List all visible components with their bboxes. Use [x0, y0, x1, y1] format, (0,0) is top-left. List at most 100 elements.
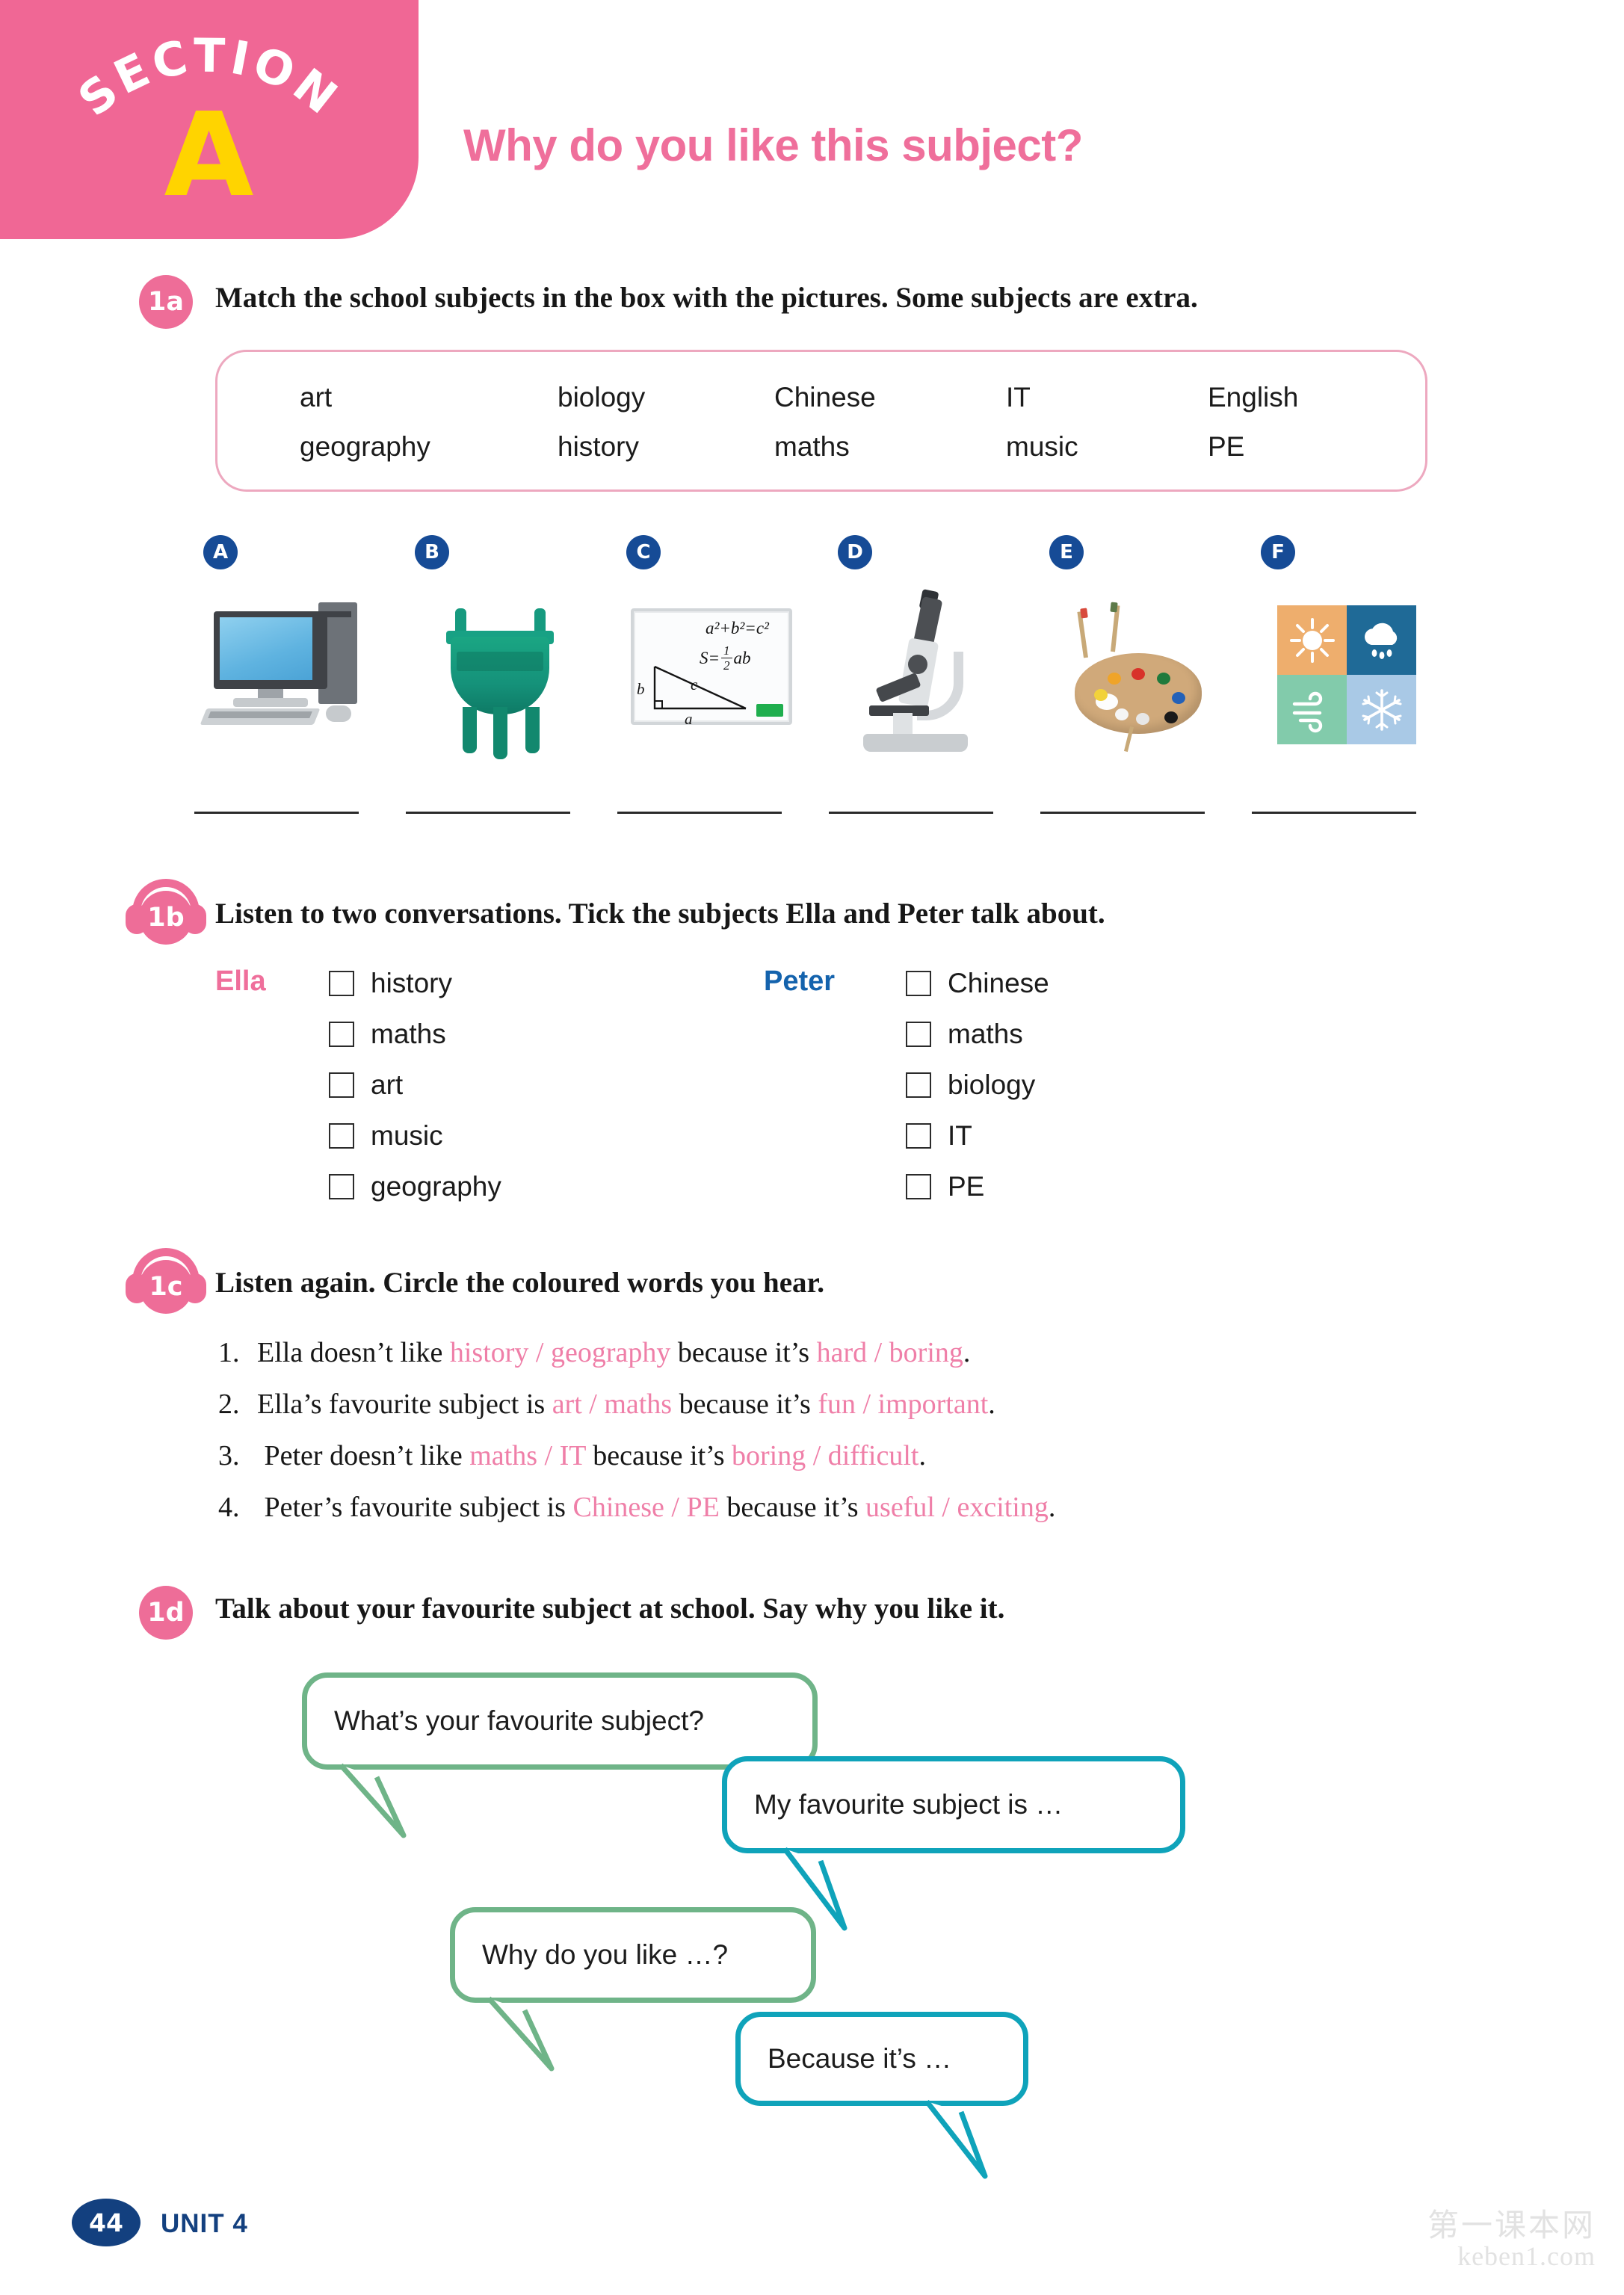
picture-cell-c: C a²+b²=c² S= 1 2 ab b c a — [610, 535, 812, 834]
page-number-badge: 44 — [72, 2199, 141, 2246]
person-label-ella: Ella — [215, 966, 266, 997]
checkbox-ella-geography[interactable] — [329, 1174, 354, 1199]
word-item: music — [1006, 431, 1078, 462]
choice-option-reason[interactable]: useful / exciting — [865, 1492, 1049, 1523]
task-badge-1c: 1c — [126, 1248, 206, 1314]
headphones-cup-left-icon — [126, 1273, 148, 1303]
word-item: art — [300, 382, 333, 413]
tick-row: Chinese — [906, 958, 1049, 1009]
word-item: PE — [1208, 431, 1245, 462]
picture-cell-d: D — [821, 535, 1023, 834]
instruction-1d: Talk about your favourite subject at sch… — [215, 1593, 1005, 1625]
checkbox-peter-chinese[interactable] — [906, 971, 931, 996]
tick-row: geography — [329, 1161, 501, 1212]
tick-row: PE — [906, 1161, 1049, 1212]
instruction-1c: Listen again. Circle the coloured words … — [215, 1267, 825, 1299]
circle-question-row[interactable]: 3. Peter doesn’t like maths / IT because… — [218, 1439, 1489, 1491]
answer-line-a[interactable] — [194, 812, 359, 814]
unit-label: UNIT 4 — [161, 2209, 248, 2238]
right-triangle-diagram — [653, 665, 747, 710]
answer-line-b[interactable] — [406, 812, 570, 814]
checkbox-ella-music[interactable] — [329, 1123, 354, 1149]
question-text: Ella’s favourite subject is — [257, 1389, 552, 1420]
question-text: . — [918, 1440, 926, 1471]
checkbox-ella-history[interactable] — [329, 971, 354, 996]
task-badge-1a-label: 1a — [148, 287, 184, 317]
question-text: because it’s — [670, 1337, 817, 1368]
triangle-label-c: c — [691, 676, 698, 694]
speech-bubble-2: My favourite subject is … — [722, 1756, 1185, 1931]
answer-line-c[interactable] — [617, 812, 782, 814]
speech-bubble-4: Because it’s … — [735, 2012, 1028, 2179]
picture-letter-f: F — [1261, 535, 1295, 569]
headphones-cup-left-icon — [126, 904, 148, 934]
speech-bubble-3-text: Why do you like …? — [482, 1939, 729, 1970]
desktop-computer-icon — [187, 580, 389, 752]
person-label-peter: Peter — [764, 966, 836, 997]
choice-option-subject[interactable]: art / maths — [552, 1389, 672, 1420]
microscope-icon — [821, 580, 1023, 752]
choice-option-subject[interactable]: maths / IT — [469, 1440, 586, 1471]
whiteboard-eraser-icon — [756, 704, 783, 717]
picture-row: A B C a²+b²=c² S= 1 2 ab b c a D E F — [187, 535, 1442, 834]
subject-word-box: art biology Chinese IT English geography… — [215, 350, 1427, 492]
speech-tail-3 — [487, 1996, 555, 2072]
checkbox-peter-it[interactable] — [906, 1123, 931, 1149]
picture-cell-b: B — [398, 535, 600, 834]
section-tab: SECTION A — [0, 0, 419, 239]
choice-option-subject[interactable]: history / geography — [450, 1337, 671, 1368]
word-item: Chinese — [774, 382, 876, 413]
checkbox-peter-biology[interactable] — [906, 1072, 931, 1098]
circle-question-row[interactable]: 1. Ella doesn’t like history / geography … — [218, 1336, 1489, 1388]
answer-line-f[interactable] — [1252, 812, 1416, 814]
whiteboard-equation-1: a²+b²=c² — [706, 619, 769, 637]
picture-cell-e: E — [1033, 535, 1235, 834]
tick-label: biology — [948, 1069, 1036, 1100]
weather-tiles-icon — [1244, 580, 1446, 752]
tick-label: art — [371, 1069, 404, 1100]
choice-option-reason[interactable]: fun / important — [818, 1389, 988, 1420]
speech-tail-4 — [924, 2099, 988, 2179]
choice-option-reason[interactable]: hard / boring — [817, 1337, 963, 1368]
question-text: Peter doesn’t like — [257, 1440, 470, 1471]
checkbox-peter-maths[interactable] — [906, 1022, 931, 1047]
instruction-1a: Match the school subjects in the box wit… — [215, 282, 1198, 314]
circle-question-row[interactable]: 4. Peter’s favourite subject is Chinese … — [218, 1491, 1489, 1542]
word-item: maths — [774, 431, 850, 462]
instruction-1b: Listen to two conversations. Tick the su… — [215, 898, 1105, 930]
checkbox-ella-maths[interactable] — [329, 1022, 354, 1047]
tick-row: IT — [906, 1111, 1049, 1161]
speech-bubble-2-text: My favourite subject is … — [754, 1789, 1063, 1820]
word-item: IT — [1006, 382, 1031, 413]
circle-question-row[interactable]: 2. Ella’s favourite subject is art / math… — [218, 1388, 1489, 1439]
word-item: biology — [558, 382, 646, 413]
question-number: 2. — [218, 1389, 240, 1420]
picture-cell-f: F — [1244, 535, 1446, 834]
choice-option-reason[interactable]: boring / difficult — [732, 1440, 919, 1471]
question-text: . — [988, 1389, 995, 1420]
tick-label: PE — [948, 1171, 985, 1202]
question-text: . — [1048, 1492, 1056, 1523]
tick-row: biology — [906, 1060, 1049, 1111]
question-number: 4. — [218, 1492, 240, 1523]
task-badge-1b: 1b — [126, 879, 206, 945]
tick-row: maths — [329, 1009, 501, 1060]
tick-label: music — [371, 1120, 443, 1151]
tick-label: geography — [371, 1171, 501, 1202]
subject-word-grid: art biology Chinese IT English geography… — [300, 373, 1376, 472]
task-badge-1d: 1d — [139, 1586, 193, 1640]
answer-line-e[interactable] — [1040, 812, 1205, 814]
sun-icon — [1277, 605, 1347, 675]
answer-line-d[interactable] — [829, 812, 993, 814]
headphones-cup-right-icon — [184, 904, 206, 934]
checkbox-peter-pe[interactable] — [906, 1174, 931, 1199]
question-text: because it’s — [672, 1389, 818, 1420]
task-badge-1a: 1a — [139, 275, 193, 329]
bronze-ding-vessel-icon — [398, 580, 600, 759]
checkbox-ella-art[interactable] — [329, 1072, 354, 1098]
speech-bubble-4-text: Because it’s … — [768, 2043, 952, 2074]
speech-bubble-1-text: What’s your favourite subject? — [334, 1705, 704, 1736]
word-item: English — [1208, 382, 1299, 413]
choice-option-subject[interactable]: Chinese / PE — [572, 1492, 719, 1523]
rain-cloud-icon — [1347, 605, 1416, 675]
